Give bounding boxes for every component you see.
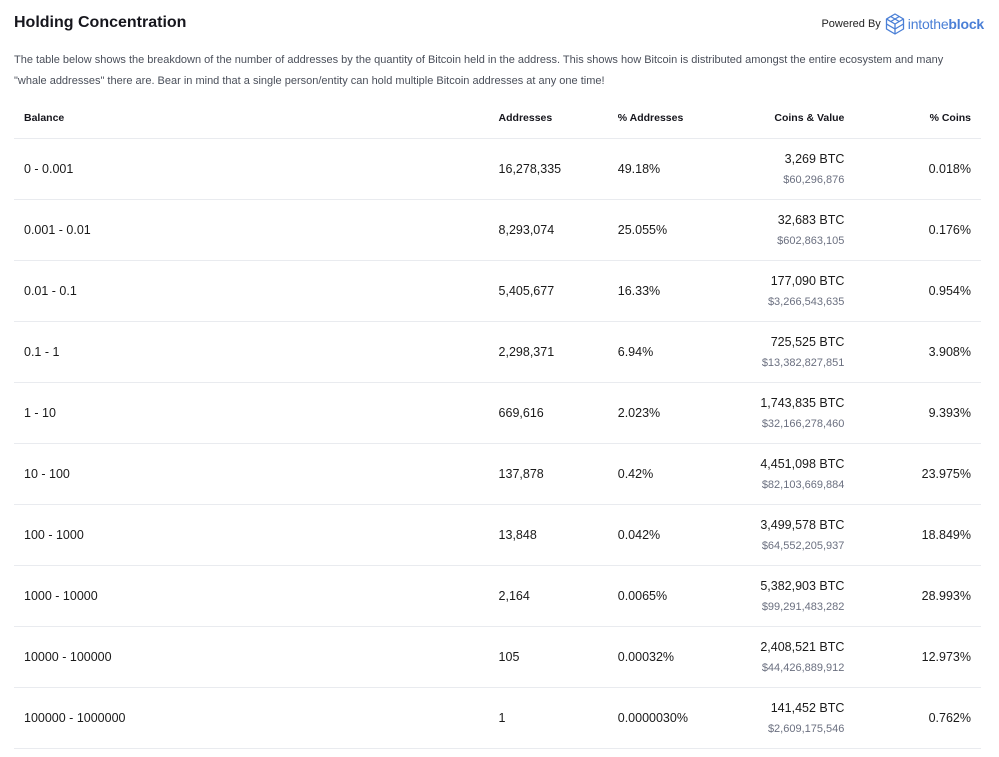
pct-coins-cell: 3.908%	[844, 321, 981, 383]
coins-btc: 1,743,835 BTC	[760, 395, 845, 410]
table-row: 10000 - 100000 105 0.00032% 2,408,521 BT…	[14, 626, 981, 688]
coins-btc: 177,090 BTC	[770, 273, 845, 288]
coins-btc: 725,525 BTC	[770, 334, 845, 349]
holding-concentration-table: Balance Addresses % Addresses Coins & Va…	[14, 98, 981, 749]
balance-cell: 100000 - 1000000	[14, 687, 499, 749]
coins-value-cell: 725,525 BTC $13,382,827,851	[716, 321, 845, 383]
pct-coins-cell: 0.176%	[844, 199, 981, 261]
table-description: The table below shows the breakdown of t…	[14, 54, 944, 87]
pct-addresses-cell: 0.0065%	[617, 565, 717, 627]
balance-cell: 10000 - 100000	[14, 626, 499, 688]
table-row: 100 - 1000 13,848 0.042% 3,499,578 BTC $6…	[14, 504, 981, 566]
table-row: 0 - 0.001 16,278,335 49.18% 3,269 BTC $60…	[14, 138, 981, 200]
coins-usd-value: $602,863,105	[777, 234, 845, 247]
balance-cell: 10 - 100	[14, 443, 499, 505]
pct-addresses-cell: 25.055%	[617, 199, 717, 261]
coins-usd-value: $99,291,483,282	[761, 600, 845, 613]
pct-addresses-cell: 2.023%	[617, 382, 717, 444]
coins-usd-value: $82,103,669,884	[761, 478, 845, 491]
addresses-cell: 2,298,371	[498, 321, 618, 383]
addresses-cell: 1	[498, 687, 618, 749]
logo-wordmark-light: intothe	[907, 16, 949, 32]
column-header-pct-addresses: % Addresses	[617, 98, 717, 139]
addresses-cell: 105	[498, 626, 618, 688]
coins-usd-value: $64,552,205,937	[761, 539, 845, 552]
pct-coins-cell: 0.954%	[844, 260, 981, 322]
coins-btc: 2,408,521 BTC	[760, 639, 845, 654]
powered-by-label: Powered By	[821, 18, 881, 30]
coins-value-cell: 4,451,098 BTC $82,103,669,884	[716, 443, 845, 505]
coins-btc: 5,382,903 BTC	[760, 578, 845, 593]
pct-coins-cell: 0.018%	[844, 138, 981, 200]
table-row: 0.01 - 0.1 5,405,677 16.33% 177,090 BTC $…	[14, 260, 981, 322]
addresses-cell: 669,616	[498, 382, 618, 444]
column-header-pct-coins: % Coins	[844, 98, 981, 139]
coins-value-cell: 3,499,578 BTC $64,552,205,937	[716, 504, 845, 566]
pct-addresses-cell: 0.0000030%	[617, 687, 717, 749]
balance-cell: 1000 - 10000	[14, 565, 499, 627]
coins-value-cell: 1,743,835 BTC $32,166,278,460	[716, 382, 845, 444]
balance-cell: 0.1 - 1	[14, 321, 499, 383]
addresses-cell: 5,405,677	[498, 260, 618, 322]
column-header-balance: Balance	[14, 98, 499, 139]
coins-usd-value: $2,609,175,546	[767, 722, 845, 735]
addresses-cell: 8,293,074	[498, 199, 618, 261]
coins-value-cell: 141,452 BTC $2,609,175,546	[716, 687, 845, 749]
balance-cell: 0.001 - 0.01	[14, 199, 499, 261]
pct-addresses-cell: 6.94%	[617, 321, 717, 383]
coins-btc: 4,451,098 BTC	[760, 456, 845, 471]
column-header-addresses: Addresses	[498, 98, 618, 139]
logo-wordmark: intotheblock	[908, 16, 984, 32]
pct-coins-cell: 9.393%	[844, 382, 981, 444]
coins-value-cell: 5,382,903 BTC $99,291,483,282	[716, 565, 845, 627]
coins-value-cell: 177,090 BTC $3,266,543,635	[716, 260, 845, 322]
table-row: 100000 - 1000000 1 0.0000030% 141,452 BT…	[14, 687, 981, 749]
logo-wordmark-bold: block	[948, 16, 984, 32]
coins-usd-value: $32,166,278,460	[761, 417, 845, 430]
table-row: 0.001 - 0.01 8,293,074 25.055% 32,683 BT…	[14, 199, 981, 261]
addresses-cell: 16,278,335	[498, 138, 618, 200]
balance-cell: 0 - 0.001	[14, 138, 499, 200]
pct-coins-cell: 23.975%	[844, 443, 981, 505]
coins-value-cell: 2,408,521 BTC $44,426,889,912	[716, 626, 845, 688]
pct-coins-cell: 12.973%	[844, 626, 981, 688]
column-header-coins-value: Coins & Value	[716, 98, 845, 139]
pct-coins-cell: 28.993%	[844, 565, 981, 627]
addresses-cell: 13,848	[498, 504, 618, 566]
intotheblock-cube-icon	[885, 13, 904, 35]
balance-cell: 100 - 1000	[14, 504, 499, 566]
pct-addresses-cell: 0.42%	[617, 443, 717, 505]
table-row: 1000 - 10000 2,164 0.0065% 5,382,903 BTC…	[14, 565, 981, 627]
addresses-cell: 2,164	[498, 565, 618, 627]
coins-value-cell: 3,269 BTC $60,296,876	[716, 138, 845, 200]
pct-addresses-cell: 0.00032%	[617, 626, 717, 688]
coins-usd-value: $13,382,827,851	[761, 356, 845, 369]
coins-btc: 141,452 BTC	[770, 700, 845, 715]
page-title: Holding Concentration	[14, 14, 187, 31]
coins-btc: 32,683 BTC	[777, 212, 845, 227]
coins-usd-value: $44,426,889,912	[761, 661, 845, 674]
pct-addresses-cell: 0.042%	[617, 504, 717, 566]
coins-btc: 3,499,578 BTC	[760, 517, 845, 532]
coins-value-cell: 32,683 BTC $602,863,105	[716, 199, 845, 261]
pct-coins-cell: 18.849%	[844, 504, 981, 566]
coins-usd-value: $60,296,876	[783, 173, 845, 186]
table-row: 10 - 100 137,878 0.42% 4,451,098 BTC $82,…	[14, 443, 981, 505]
page-header: Holding Concentration Powered By intothe…	[14, 12, 984, 36]
balance-cell: 1 - 10	[14, 382, 499, 444]
table-row: 0.1 - 1 2,298,371 6.94% 725,525 BTC $13,3…	[14, 321, 981, 383]
pct-addresses-cell: 16.33%	[617, 260, 717, 322]
powered-by-logo[interactable]: Powered By intotheblock	[821, 12, 984, 36]
table-header-row: Balance Addresses % Addresses Coins & Va…	[14, 98, 981, 139]
addresses-cell: 137,878	[498, 443, 618, 505]
coins-btc: 3,269 BTC	[784, 151, 845, 166]
pct-addresses-cell: 49.18%	[617, 138, 717, 200]
coins-usd-value: $3,266,543,635	[767, 295, 845, 308]
pct-coins-cell: 0.762%	[844, 687, 981, 749]
balance-cell: 0.01 - 0.1	[14, 260, 499, 322]
table-row: 1 - 10 669,616 2.023% 1,743,835 BTC $32,1…	[14, 382, 981, 444]
